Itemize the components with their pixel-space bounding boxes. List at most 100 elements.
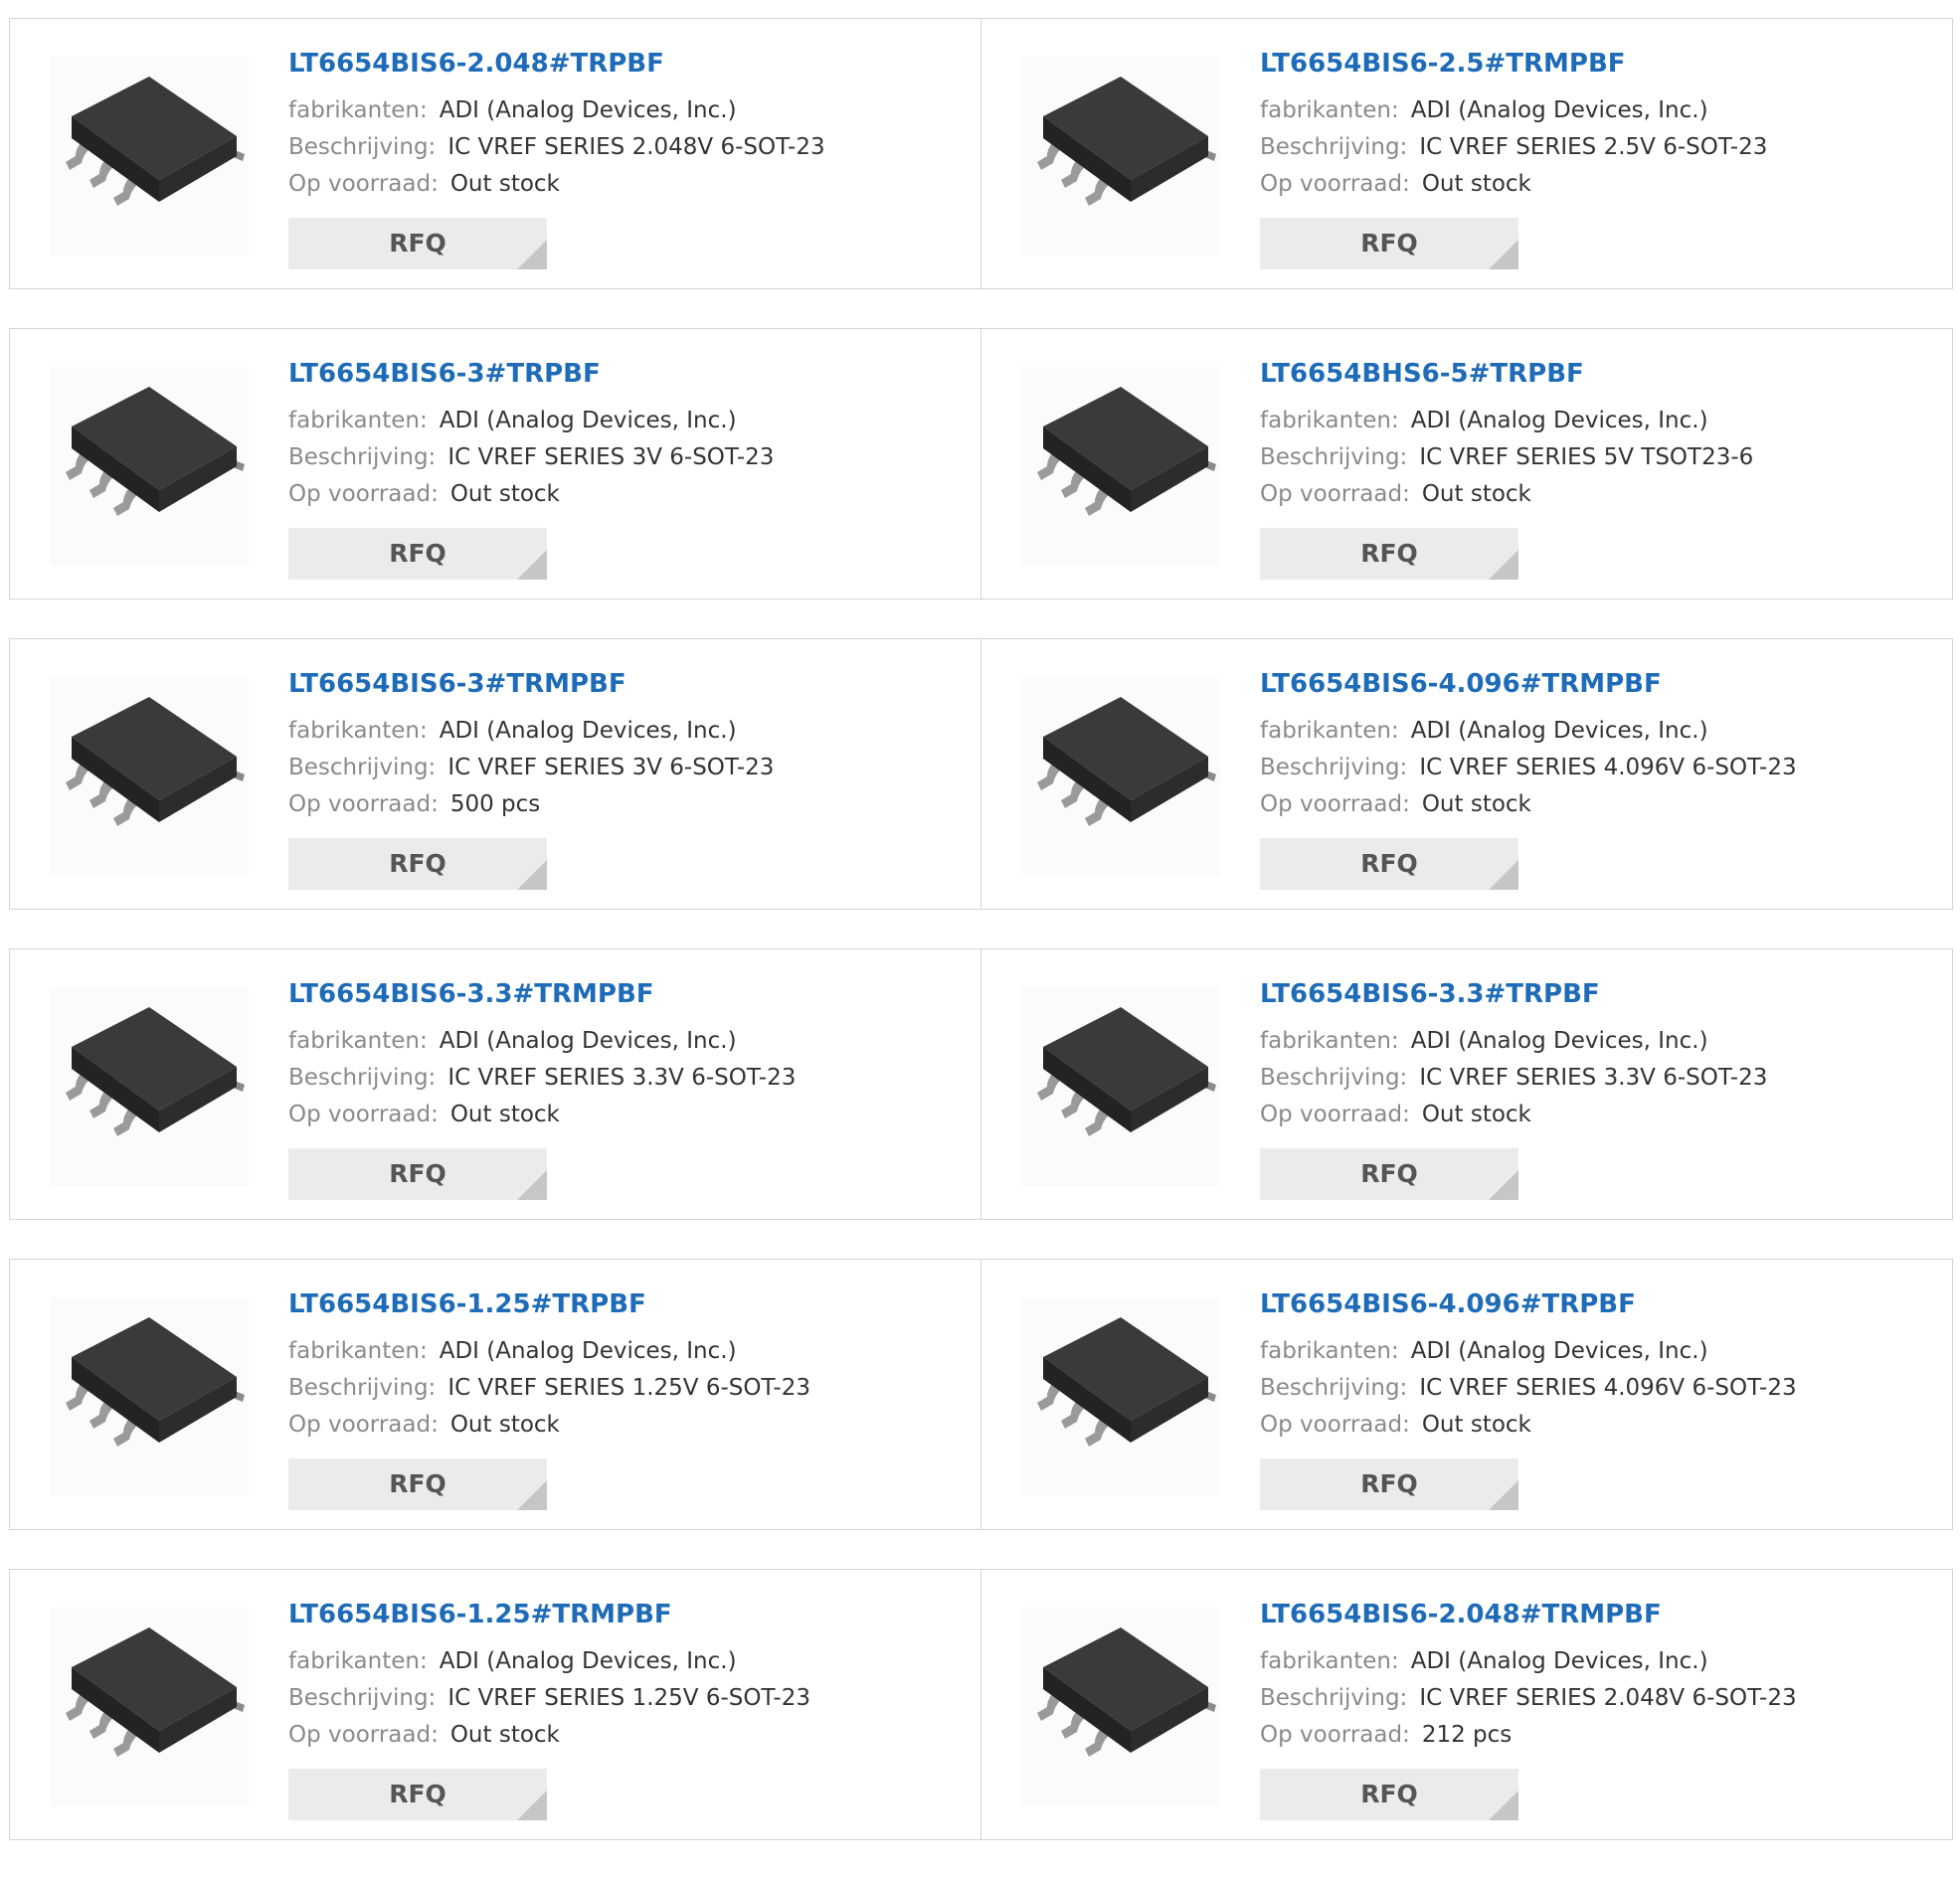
stock-row: Op voorraad: Out stock (288, 1407, 971, 1444)
product-image[interactable] (50, 677, 249, 876)
stock-label: Op voorraad: (288, 481, 439, 507)
description-label: Beschrijving: (288, 444, 437, 470)
stock-label: Op voorraad: (1260, 171, 1410, 197)
product-card: LT6654BIS6-3#TRPBF fabrikanten: ADI (Anal… (10, 329, 980, 598)
product-image[interactable] (50, 1608, 249, 1806)
product-image[interactable] (50, 367, 249, 566)
rfq-button[interactable]: RFQ (1260, 1458, 1518, 1510)
description-label: Beschrijving: (288, 1685, 437, 1711)
sot23-6-chip-icon (66, 1317, 245, 1447)
rfq-button-label: RFQ (389, 229, 446, 257)
sot23-6-chip-icon (66, 387, 245, 516)
rfq-button-label: RFQ (389, 849, 446, 878)
part-number-link[interactable]: LT6654BIS6-3#TRPBF (288, 357, 601, 391)
stock-value: Out stock (449, 1722, 560, 1748)
manufacturer-value: ADI (Analog Devices, Inc.) (439, 1338, 737, 1364)
description-row: Beschrijving: IC VREF SERIES 5V TSOT23-6 (1260, 439, 1942, 476)
description-row: Beschrijving: IC VREF SERIES 1.25V 6-SOT-… (288, 1370, 971, 1407)
product-card: LT6654BHS6-5#TRPBF fabrikanten: ADI (Anal… (980, 329, 1952, 598)
rfq-button[interactable]: RFQ (288, 1148, 547, 1200)
manufacturer-row: fabrikanten: ADI (Analog Devices, Inc.) (288, 92, 971, 129)
corner-triangle-icon (517, 240, 547, 269)
product-image[interactable] (50, 1297, 249, 1496)
rfq-button[interactable]: RFQ (1260, 218, 1518, 269)
description-row: Beschrijving: IC VREF SERIES 2.048V 6-SOT… (1260, 1680, 1942, 1717)
sot23-6-chip-icon (1037, 1627, 1216, 1757)
rfq-button[interactable]: RFQ (288, 218, 547, 269)
rfq-button[interactable]: RFQ (1260, 838, 1518, 890)
description-label: Beschrijving: (1260, 134, 1408, 160)
stock-value: Out stock (449, 481, 560, 507)
part-number-link[interactable]: LT6654BIS6-2.048#TRPBF (288, 47, 664, 81)
sot23-6-chip-icon (1037, 697, 1216, 826)
sot23-6-chip-icon (66, 1007, 245, 1136)
rfq-button-label: RFQ (389, 539, 446, 568)
product-info: LT6654BIS6-1.25#TRPBF fabrikanten: ADI (A… (288, 1287, 971, 1510)
product-row: LT6654BIS6-3#TRPBF fabrikanten: ADI (Anal… (9, 328, 1953, 599)
manufacturer-row: fabrikanten: ADI (Analog Devices, Inc.) (288, 1643, 971, 1680)
stock-label: Op voorraad: (1260, 481, 1410, 507)
manufacturer-row: fabrikanten: ADI (Analog Devices, Inc.) (288, 403, 971, 439)
rfq-button[interactable]: RFQ (288, 1458, 547, 1510)
product-image[interactable] (1021, 987, 1220, 1186)
sot23-6-chip-icon (1037, 1317, 1216, 1447)
description-label: Beschrijving: (288, 1375, 437, 1401)
description-row: Beschrijving: IC VREF SERIES 4.096V 6-SOT… (1260, 750, 1942, 786)
product-image[interactable] (1021, 1297, 1220, 1496)
stock-value: Out stock (1421, 171, 1531, 197)
stock-row: Op voorraad: Out stock (1260, 786, 1942, 823)
part-number-link[interactable]: LT6654BIS6-2.048#TRMPBF (1260, 1598, 1662, 1631)
manufacturer-label: fabrikanten: (1260, 1648, 1399, 1674)
rfq-button[interactable]: RFQ (1260, 1769, 1518, 1820)
sot23-6-chip-icon (1037, 1007, 1216, 1136)
rfq-button-label: RFQ (1360, 1780, 1418, 1808)
description-value: IC VREF SERIES 1.25V 6-SOT-23 (447, 1685, 810, 1711)
part-number-link[interactable]: LT6654BHS6-5#TRPBF (1260, 357, 1584, 391)
corner-triangle-icon (517, 1791, 547, 1820)
product-grid: LT6654BIS6-2.048#TRPBF fabrikanten: ADI (… (9, 18, 1953, 1879)
rfq-button[interactable]: RFQ (288, 1769, 547, 1820)
product-image[interactable] (1021, 677, 1220, 876)
product-image[interactable] (1021, 57, 1220, 256)
description-row: Beschrijving: IC VREF SERIES 3V 6-SOT-23 (288, 439, 971, 476)
product-image[interactable] (50, 987, 249, 1186)
product-info: LT6654BIS6-2.048#TRMPBF fabrikanten: ADI … (1260, 1598, 1942, 1820)
description-value: IC VREF SERIES 2.5V 6-SOT-23 (1419, 134, 1768, 160)
corner-triangle-icon (517, 550, 547, 580)
description-label: Beschrijving: (1260, 755, 1408, 780)
rfq-button[interactable]: RFQ (288, 838, 547, 890)
part-number-link[interactable]: LT6654BIS6-4.096#TRPBF (1260, 1287, 1636, 1321)
product-card: LT6654BIS6-1.25#TRPBF fabrikanten: ADI (A… (10, 1260, 980, 1529)
rfq-button[interactable]: RFQ (1260, 1148, 1518, 1200)
stock-row: Op voorraad: Out stock (288, 476, 971, 513)
rfq-button[interactable]: RFQ (1260, 528, 1518, 580)
product-image[interactable] (1021, 367, 1220, 566)
product-card: LT6654BIS6-2.5#TRMPBF fabrikanten: ADI (A… (980, 19, 1952, 288)
part-number-link[interactable]: LT6654BIS6-3#TRMPBF (288, 667, 626, 701)
product-row: LT6654BIS6-2.048#TRPBF fabrikanten: ADI (… (9, 18, 1953, 289)
product-card: LT6654BIS6-2.048#TRMPBF fabrikanten: ADI … (980, 1570, 1952, 1839)
rfq-button[interactable]: RFQ (288, 528, 547, 580)
product-info: LT6654BHS6-5#TRPBF fabrikanten: ADI (Anal… (1260, 357, 1942, 580)
stock-label: Op voorraad: (1260, 1722, 1410, 1748)
part-number-link[interactable]: LT6654BIS6-4.096#TRMPBF (1260, 667, 1662, 701)
rfq-button-label: RFQ (1360, 849, 1418, 878)
product-image[interactable] (50, 57, 249, 256)
part-number-link[interactable]: LT6654BIS6-3.3#TRPBF (1260, 977, 1600, 1011)
rfq-button-label: RFQ (1360, 1469, 1418, 1498)
part-number-link[interactable]: LT6654BIS6-1.25#TRMPBF (288, 1598, 672, 1631)
description-row: Beschrijving: IC VREF SERIES 2.048V 6-SOT… (288, 129, 971, 166)
part-number-link[interactable]: LT6654BIS6-3.3#TRMPBF (288, 977, 654, 1011)
stock-value: Out stock (1421, 1412, 1531, 1438)
part-number-link[interactable]: LT6654BIS6-2.5#TRMPBF (1260, 47, 1626, 81)
product-info: LT6654BIS6-4.096#TRPBF fabrikanten: ADI (… (1260, 1287, 1942, 1510)
manufacturer-label: fabrikanten: (1260, 408, 1399, 433)
rfq-button-label: RFQ (389, 1159, 446, 1188)
stock-value: Out stock (1421, 791, 1531, 817)
manufacturer-value: ADI (Analog Devices, Inc.) (439, 1648, 737, 1674)
product-info: LT6654BIS6-3#TRPBF fabrikanten: ADI (Anal… (288, 357, 971, 580)
product-image[interactable] (1021, 1608, 1220, 1806)
description-label: Beschrijving: (288, 134, 437, 160)
part-number-link[interactable]: LT6654BIS6-1.25#TRPBF (288, 1287, 646, 1321)
product-info: LT6654BIS6-1.25#TRMPBF fabrikanten: ADI (… (288, 1598, 971, 1820)
